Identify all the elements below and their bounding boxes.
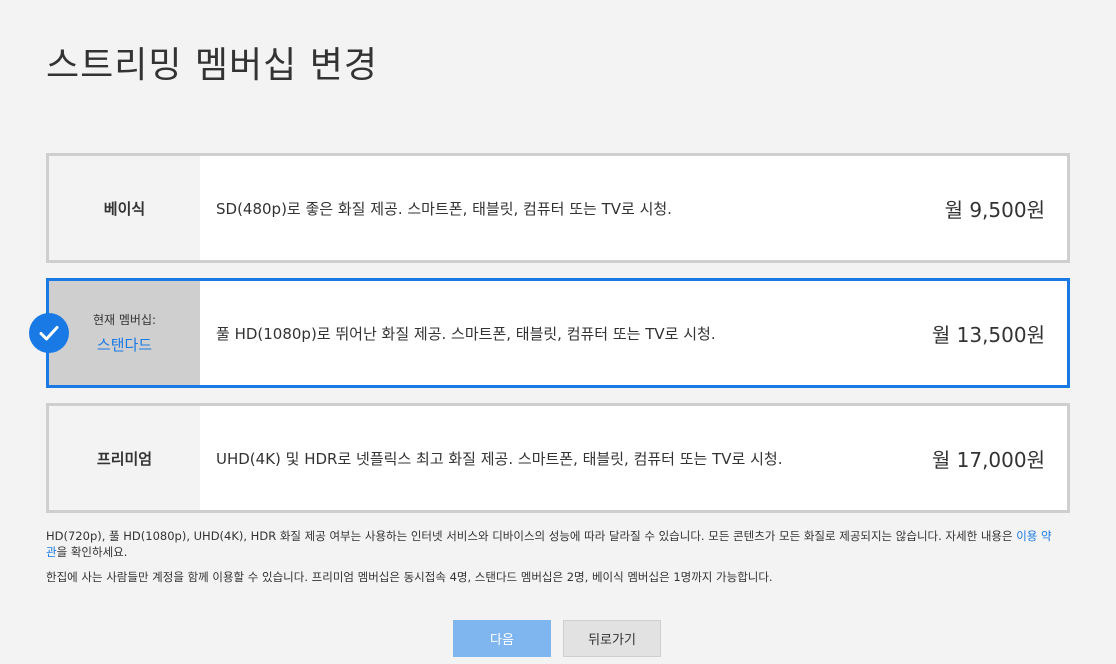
plan-list: 베이식 SD(480p)로 좋은 화질 제공. 스마트폰, 태블릿, 컴퓨터 또… bbox=[29, 153, 1070, 528]
plan-name: 베이식 bbox=[103, 199, 146, 218]
plan-price: 월 13,500원 bbox=[931, 322, 1045, 347]
next-button[interactable]: 다음 bbox=[453, 620, 551, 657]
plan-name-box: 베이식 bbox=[49, 156, 200, 260]
plan-price: 월 17,000원 bbox=[931, 447, 1045, 472]
plan-option-basic[interactable]: 베이식 SD(480p)로 좋은 화질 제공. 스마트폰, 태블릿, 컴퓨터 또… bbox=[46, 153, 1070, 263]
back-button[interactable]: 뒤로가기 bbox=[563, 620, 661, 657]
household-note: 한집에 사는 사람들만 계정을 함께 이용할 수 있습니다. 프리미엄 멤버십은… bbox=[46, 570, 773, 584]
plan-name-box: 프리미엄 bbox=[49, 406, 200, 510]
plan-description: UHD(4K) 및 HDR로 넷플릭스 최고 화질 제공. 스마트폰, 태블릿,… bbox=[216, 449, 783, 468]
plan-option-standard[interactable]: 현재 멤버십: 스탠다드 풀 HD(1080p)로 뛰어난 화질 제공. 스마트… bbox=[29, 278, 1070, 388]
quality-note-text: HD(720p), 풀 HD(1080p), UHD(4K), HDR 화질 제… bbox=[46, 529, 1017, 543]
plan-price: 월 9,500원 bbox=[944, 197, 1045, 222]
current-plan-label: 현재 멤버십: bbox=[92, 313, 157, 327]
plan-name: 스탠다드 bbox=[96, 336, 153, 354]
check-icon bbox=[29, 313, 69, 353]
plan-name: 프리미엄 bbox=[96, 449, 153, 468]
plan-description: 풀 HD(1080p)로 뛰어난 화질 제공. 스마트폰, 태블릿, 컴퓨터 또… bbox=[216, 324, 716, 343]
quality-note: HD(720p), 풀 HD(1080p), UHD(4K), HDR 화질 제… bbox=[46, 528, 1056, 560]
plan-notes: HD(720p), 풀 HD(1080p), UHD(4K), HDR 화질 제… bbox=[46, 528, 1056, 594]
plan-description: SD(480p)로 좋은 화질 제공. 스마트폰, 태블릿, 컴퓨터 또는 TV… bbox=[216, 199, 672, 218]
quality-note-text-end: 을 확인하세요. bbox=[56, 545, 128, 559]
plan-option-premium[interactable]: 프리미엄 UHD(4K) 및 HDR로 넷플릭스 최고 화질 제공. 스마트폰,… bbox=[46, 403, 1070, 513]
plan-name-box: 현재 멤버십: 스탠다드 bbox=[49, 281, 200, 385]
page-title: 스트리밍 멤버십 변경 bbox=[46, 45, 378, 86]
